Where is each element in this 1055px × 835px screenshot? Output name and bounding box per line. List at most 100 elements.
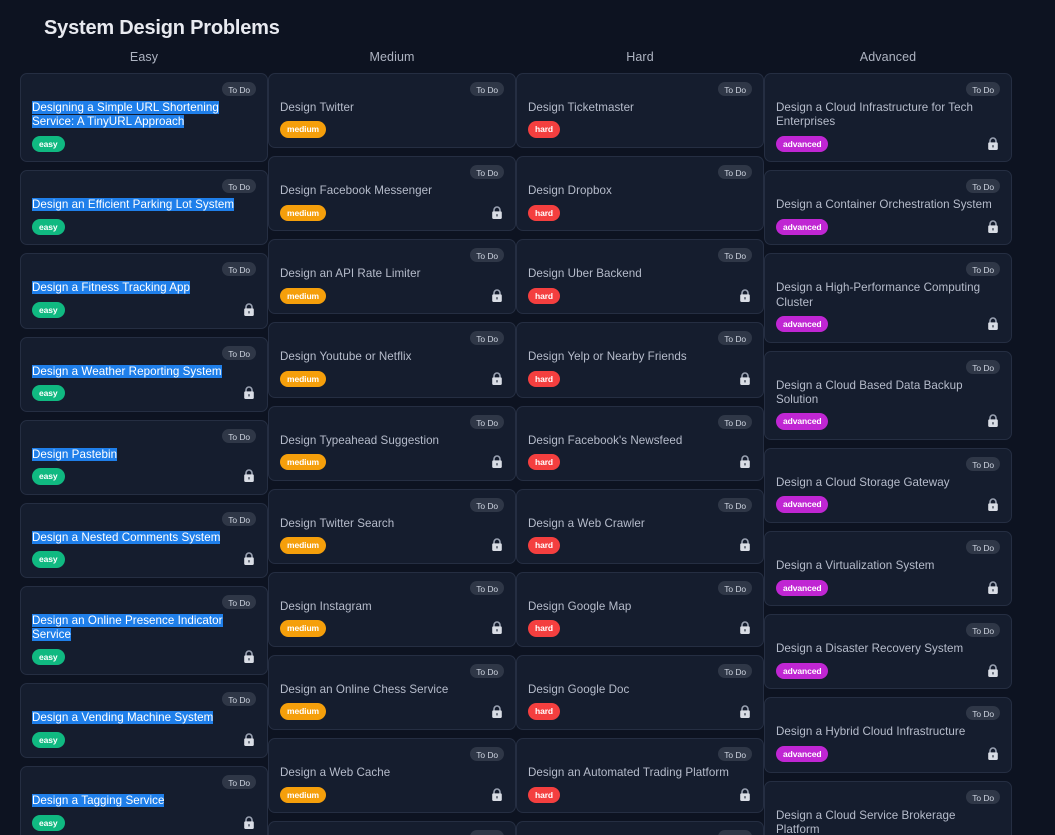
problem-card[interactable]: To Do Design a Container Orchestration Sy…	[764, 170, 1012, 246]
problem-card[interactable]: To DoDesign a Distributed Caching System…	[516, 821, 764, 835]
card-top-row: To Do	[32, 594, 256, 609]
lock-icon	[242, 386, 256, 401]
problem-card[interactable]: To Do Design a High-Performance Computing…	[764, 253, 1012, 343]
problem-card[interactable]: To Do Design a Disaster Recovery System ad…	[764, 614, 1012, 690]
lock-icon	[986, 747, 1000, 762]
status-badge: To Do	[718, 747, 752, 762]
card-top-row: To Do	[32, 775, 256, 790]
problem-card[interactable]: To Do Design Yelp or Nearby Friends hard	[516, 322, 764, 398]
problem-card[interactable]: To Do Design Pastebin easy	[20, 419, 268, 495]
status-badge: To Do	[470, 580, 504, 595]
card-title: Design an Online Chess Service	[280, 682, 449, 696]
card-top-row: To Do	[280, 331, 504, 346]
problem-card[interactable]: To Do Design an Automated Trading Platfor…	[516, 738, 764, 814]
difficulty-badge: hard	[528, 620, 561, 637]
card-bottom-row: advanced	[776, 496, 1000, 513]
problem-card[interactable]: To Do Design Instagram medium	[268, 571, 516, 647]
card-top-row: To Do	[280, 830, 504, 835]
lock-icon	[738, 372, 752, 387]
problem-card[interactable]: To Do Design a Nested Comments System easy	[20, 502, 268, 578]
card-bottom-row: easy	[32, 135, 256, 153]
problem-card[interactable]: To Do Design Facebook's Newsfeed hard	[516, 405, 764, 481]
difficulty-badge: advanced	[776, 496, 829, 513]
problem-card[interactable]: To Do Design a Virtualization System advan…	[764, 531, 1012, 607]
lock-placeholder	[490, 122, 504, 137]
problem-card[interactable]: To Do Design Twitter medium	[268, 73, 516, 149]
lock-icon	[738, 704, 752, 719]
difficulty-badge: medium	[280, 204, 326, 222]
card-top-row: To Do	[32, 511, 256, 526]
problem-card[interactable]: To Do Design a Web Cache medium	[268, 738, 516, 814]
difficulty-badge: easy	[32, 135, 65, 153]
problem-card[interactable]: To Do Design Uber Backend hard	[516, 239, 764, 315]
difficulty-badge: advanced	[776, 135, 829, 153]
problem-card[interactable]: To Do Design a Tagging Service easy	[20, 766, 268, 835]
card-bottom-row: advanced	[776, 315, 1000, 333]
card-title: Design an Efficient Parking Lot System	[32, 198, 256, 212]
card-bottom-row: hard	[528, 287, 752, 305]
problem-card[interactable]: To Do Design an Efficient Parking Lot Sys…	[20, 170, 268, 246]
system-design-problems-page: System Design Problems Easy To Do Designin…	[0, 0, 1055, 835]
problem-card[interactable]: To Do Design Twitter Search medium	[268, 488, 516, 564]
problem-card[interactable]: To Do Design Dropbox hard	[516, 156, 764, 232]
difficulty-badge: hard	[528, 370, 561, 388]
lock-icon	[738, 455, 752, 470]
problem-card[interactable]: To Do Design Google Doc hard	[516, 654, 764, 731]
card-bottom-row: easy	[32, 648, 256, 666]
card-bottom-row: hard	[528, 620, 752, 637]
problem-card[interactable]: To Do Design a Web Crawler hard	[516, 488, 764, 564]
problem-card[interactable]: To Do Design Ticketmaster hard	[516, 73, 764, 149]
lock-placeholder	[242, 136, 256, 151]
card-top-row: To Do	[776, 262, 1000, 277]
lock-icon	[490, 621, 504, 636]
card-bottom-row: easy	[32, 814, 256, 832]
lock-icon	[986, 317, 1000, 332]
card-title: Designing a Simple URL Shortening Servic…	[32, 101, 256, 129]
lock-icon	[986, 580, 1000, 595]
problem-card[interactable]: To Do Design a Fitness Tracking App easy	[20, 253, 268, 329]
status-badge: To Do	[470, 497, 504, 512]
problem-card[interactable]: To Do Design a Hybrid Cloud Infrastructur…	[764, 697, 1012, 773]
difficulty-badge: hard	[528, 453, 561, 471]
problem-card[interactable]: To Do Design an Online Presence Indicator…	[20, 585, 268, 676]
card-top-row: To Do	[776, 82, 1000, 96]
status-badge: To Do	[470, 830, 504, 835]
problem-card[interactable]: To Do Design a Weather Reporting System ea…	[20, 336, 268, 412]
lock-icon	[738, 288, 752, 303]
status-badge: To Do	[222, 594, 256, 609]
card-title-text: Design a Nested Comments System	[32, 530, 221, 544]
card-bottom-row: advanced	[776, 745, 1000, 763]
problem-card[interactable]: To Do Design an Online Chess Service mediu…	[268, 654, 516, 731]
problem-card[interactable]: To DoDesign a Task Schedulermedium	[268, 821, 516, 835]
card-top-row: To Do	[280, 747, 504, 762]
card-top-row: To Do	[776, 623, 1000, 638]
card-bottom-row: hard	[528, 204, 752, 222]
problem-card[interactable]: To Do Design Facebook Messenger medium	[268, 156, 516, 232]
problem-card[interactable]: To Do Design a Cloud Based Data Backup So…	[764, 350, 1012, 440]
card-title: Design a Cloud Based Data Backup Solutio…	[776, 378, 963, 406]
card-title: Design a Fitness Tracking App	[32, 281, 256, 295]
problem-card[interactable]: To Do Designing a Simple URL Shortening S…	[20, 73, 268, 163]
difficulty-badge: medium	[280, 620, 326, 637]
problem-card[interactable]: To Do Design a Vending Machine System easy	[20, 683, 268, 759]
card-bottom-row: hard	[528, 786, 752, 804]
problem-card[interactable]: To Do Design a Cloud Storage Gateway advan…	[764, 447, 1012, 524]
problem-card[interactable]: To Do Design an API Rate Limiter medium	[268, 239, 516, 315]
card-top-row: To Do	[528, 331, 752, 346]
card-bottom-row: easy	[32, 301, 256, 319]
problem-card[interactable]: To Do Design Google Map hard	[516, 571, 764, 647]
problem-card[interactable]: To Do Design a Cloud Infrastructure for T…	[764, 73, 1012, 163]
card-top-row: To Do	[776, 359, 1000, 374]
card-top-row: To Do	[528, 580, 752, 595]
problem-card[interactable]: To Do Design a Cloud Service Brokerage Pl…	[764, 780, 1012, 835]
problem-card[interactable]: To Do Design Typeahead Suggestion medium	[268, 405, 516, 481]
card-top-row: To Do	[776, 540, 1000, 555]
problem-card[interactable]: To Do Design Youtube or Netflix medium	[268, 322, 516, 398]
card-title-text: Design a Fitness Tracking App	[32, 281, 191, 295]
card-top-row: To Do	[528, 165, 752, 180]
status-badge: To Do	[718, 248, 752, 263]
difficulty-badge: advanced	[776, 662, 829, 680]
card-list: To Do Design Twitter medium To Do Design Fac…	[268, 73, 516, 835]
column-header-easy: Easy	[129, 50, 159, 64]
difficulty-badge: easy	[32, 648, 65, 666]
